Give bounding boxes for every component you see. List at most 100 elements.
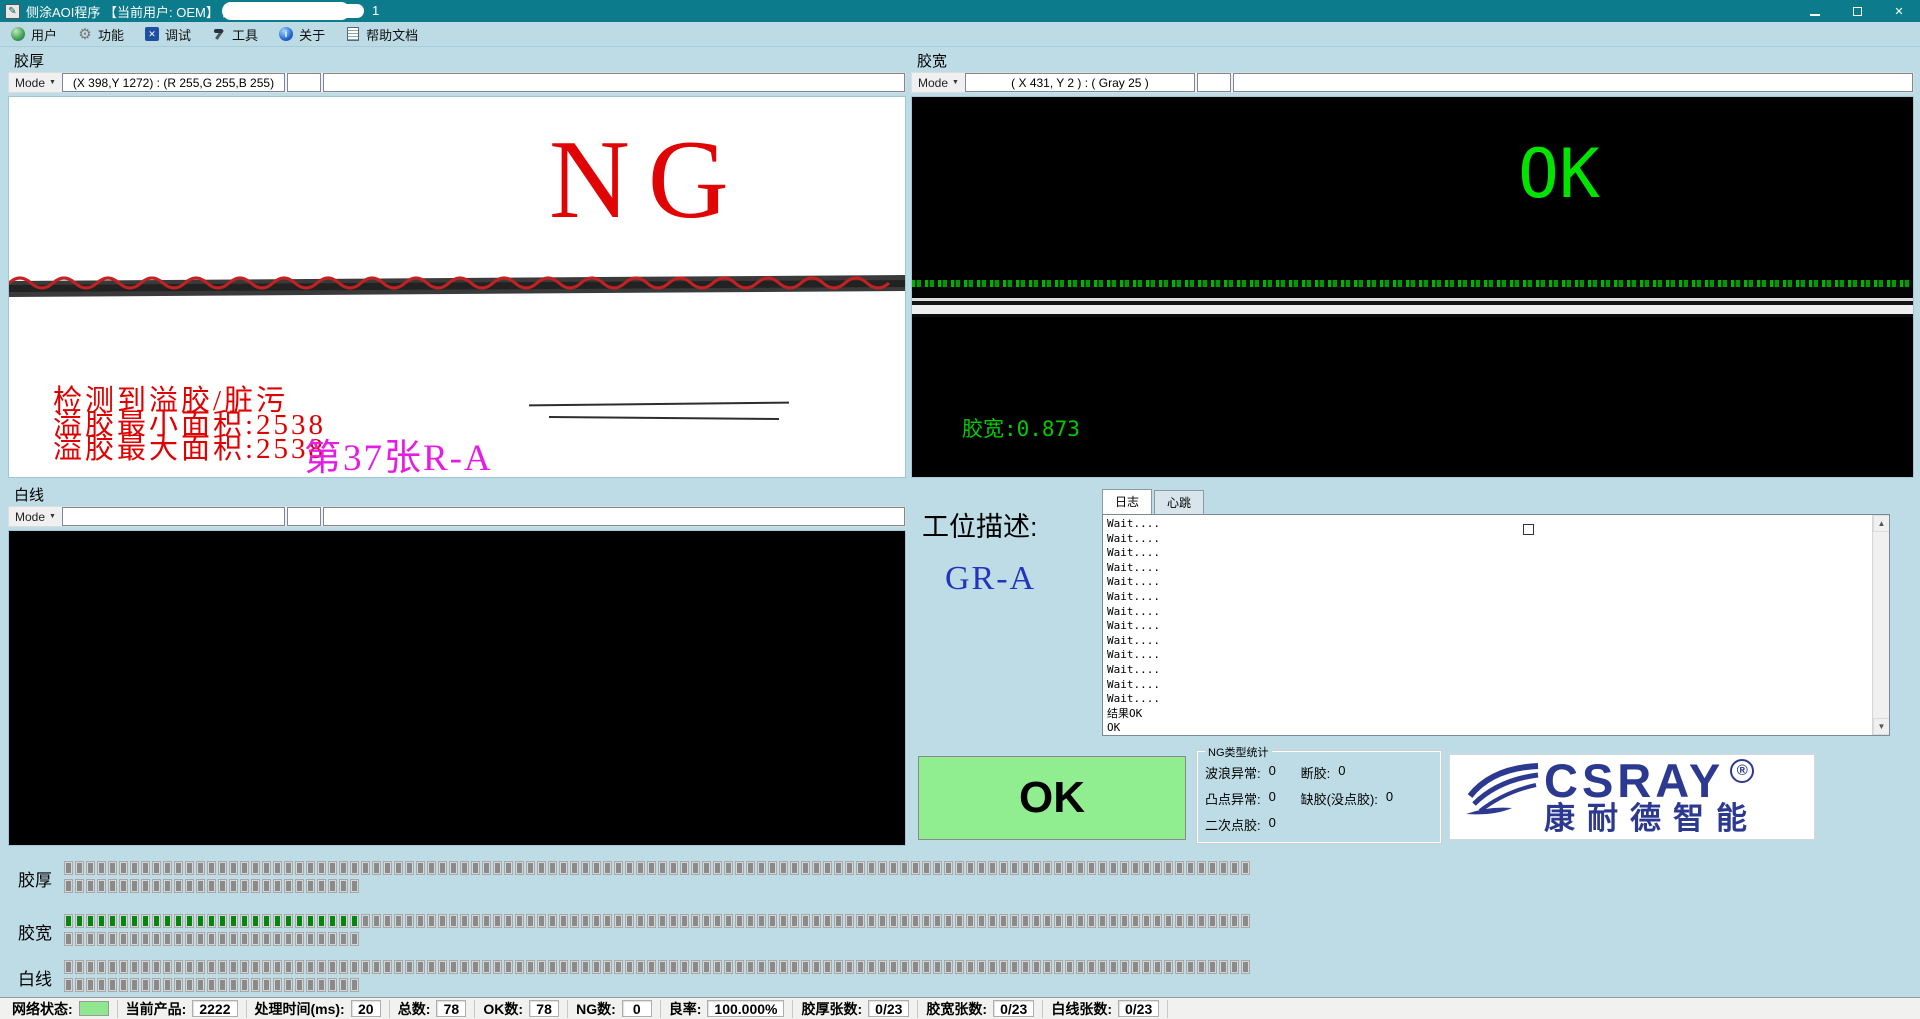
app-quill-icon: ✎ xyxy=(5,4,20,19)
status-label: OK数: xyxy=(483,999,523,1019)
logo-swoosh-icon xyxy=(1458,762,1544,832)
log-line: OK xyxy=(1107,721,1160,736)
progress-cell xyxy=(1098,960,1107,974)
progress-cell xyxy=(262,879,271,893)
log-line: Wait.... xyxy=(1107,532,1160,547)
progress-cell xyxy=(548,861,557,875)
progress-cell xyxy=(218,879,227,893)
status-label: 良率: xyxy=(669,999,702,1019)
overall-result-button[interactable]: OK xyxy=(918,756,1186,840)
progress-cell xyxy=(119,861,128,875)
progress-cell xyxy=(1065,914,1074,928)
progress-cell xyxy=(218,861,227,875)
progress-cell-filled xyxy=(163,914,172,928)
progress-cell xyxy=(570,914,579,928)
glue-thickness-image-view[interactable]: NG 检测到溢胶/脏污 溢胶最小面积:2538 溢胶最大面积:2538 第37张… xyxy=(8,96,906,478)
progress-cell xyxy=(647,960,656,974)
progress-cell xyxy=(1109,914,1118,928)
menu-item-tools[interactable]: 工具 xyxy=(201,22,268,47)
white-line-image-view[interactable] xyxy=(8,530,906,846)
status-value: 0 xyxy=(622,1000,652,1017)
progress-cell xyxy=(999,861,1008,875)
progress-cell xyxy=(889,914,898,928)
mode-label: Mode xyxy=(15,510,45,524)
progress-cell xyxy=(229,978,238,992)
progress-cell xyxy=(1043,960,1052,974)
progress-cell xyxy=(1241,960,1250,974)
progress-cell xyxy=(141,978,150,992)
aux-field-small xyxy=(287,507,321,526)
glue-width-image-view[interactable]: OK 胶宽:0.873 xyxy=(911,96,1914,478)
progress-group-label: 胶厚 xyxy=(18,866,52,891)
progress-cell-filled xyxy=(295,914,304,928)
progress-cell xyxy=(713,960,722,974)
log-content[interactable]: Wait....Wait....Wait....Wait....Wait....… xyxy=(1102,514,1890,736)
progress-cell xyxy=(306,932,315,946)
progress-cell xyxy=(966,861,975,875)
tab-heartbeat[interactable]: 心跳 xyxy=(1154,490,1204,514)
log-scrollbar[interactable]: ▲ ▼ xyxy=(1872,515,1889,735)
ng-type-statistics-group: NG类型统计 波浪异常:0凸点异常:0二次点胶:0 断胶:0缺胶(没点胶):0 xyxy=(1196,750,1442,844)
progress-cell xyxy=(185,932,194,946)
progress-cell xyxy=(1197,861,1206,875)
mode-dropdown[interactable]: Mode ▼ xyxy=(912,73,965,92)
ng-stat-label: 凸点异常: xyxy=(1205,789,1261,808)
progress-cell xyxy=(691,861,700,875)
log-checkbox[interactable] xyxy=(1523,524,1534,535)
progress-cell-filled xyxy=(185,914,194,928)
progress-cell xyxy=(900,861,909,875)
progress-cell xyxy=(284,861,293,875)
progress-cell-filled xyxy=(108,914,117,928)
progress-cell xyxy=(603,914,612,928)
mode-label: Mode xyxy=(15,76,45,90)
progress-cell xyxy=(493,861,502,875)
progress-cell xyxy=(581,914,590,928)
menu-item-help-doc[interactable]: 帮助文档 xyxy=(335,22,428,47)
close-button[interactable]: ✕ xyxy=(1878,0,1920,22)
menu-item-about[interactable]: i 关于 xyxy=(268,22,335,47)
progress-cell xyxy=(977,960,986,974)
log-line: Wait.... xyxy=(1107,590,1160,605)
progress-cell xyxy=(1175,861,1184,875)
maximize-button[interactable] xyxy=(1836,0,1878,22)
progress-cell xyxy=(1208,960,1217,974)
ng-stat-row: 波浪异常:0 xyxy=(1205,763,1291,782)
progress-cell xyxy=(317,960,326,974)
menu-item-functions[interactable]: ⚙ 功能 xyxy=(67,22,134,47)
progress-row xyxy=(64,879,361,893)
scroll-down-icon[interactable]: ▼ xyxy=(1873,718,1890,735)
progress-cell xyxy=(251,932,260,946)
progress-cell xyxy=(911,914,920,928)
progress-cell xyxy=(86,978,95,992)
progress-cell xyxy=(108,879,117,893)
ng-stat-label: 缺胶(没点胶): xyxy=(1301,789,1378,808)
progress-cell xyxy=(548,914,557,928)
progress-cell-filled xyxy=(284,914,293,928)
detection-messages: 检测到溢胶/脏污 溢胶最小面积:2538 溢胶最大面积:2538 xyxy=(53,389,326,461)
minimize-button[interactable] xyxy=(1794,0,1836,22)
progress-cell xyxy=(317,861,326,875)
progress-cell-filled xyxy=(306,914,315,928)
progress-cell xyxy=(141,932,150,946)
progress-cell xyxy=(570,861,579,875)
progress-cell xyxy=(1043,861,1052,875)
progress-cell xyxy=(240,932,249,946)
progress-cell xyxy=(1065,861,1074,875)
log-line: Wait.... xyxy=(1107,692,1160,707)
progress-cell xyxy=(207,978,216,992)
progress-cell xyxy=(768,914,777,928)
menu-item-user[interactable]: 用户 xyxy=(0,22,67,47)
progress-cell xyxy=(196,960,205,974)
progress-cell xyxy=(284,879,293,893)
mode-dropdown[interactable]: Mode ▼ xyxy=(9,507,62,526)
mode-dropdown[interactable]: Mode ▼ xyxy=(9,73,62,92)
menu-item-debug[interactable]: ✕ 调试 xyxy=(134,22,201,47)
progress-cell xyxy=(460,914,469,928)
progress-cell xyxy=(196,932,205,946)
progress-cell xyxy=(262,960,271,974)
progress-cell xyxy=(207,932,216,946)
scroll-up-icon[interactable]: ▲ xyxy=(1873,515,1890,532)
progress-cell xyxy=(1142,861,1151,875)
progress-cell xyxy=(856,960,865,974)
tab-log[interactable]: 日志 xyxy=(1102,489,1152,515)
